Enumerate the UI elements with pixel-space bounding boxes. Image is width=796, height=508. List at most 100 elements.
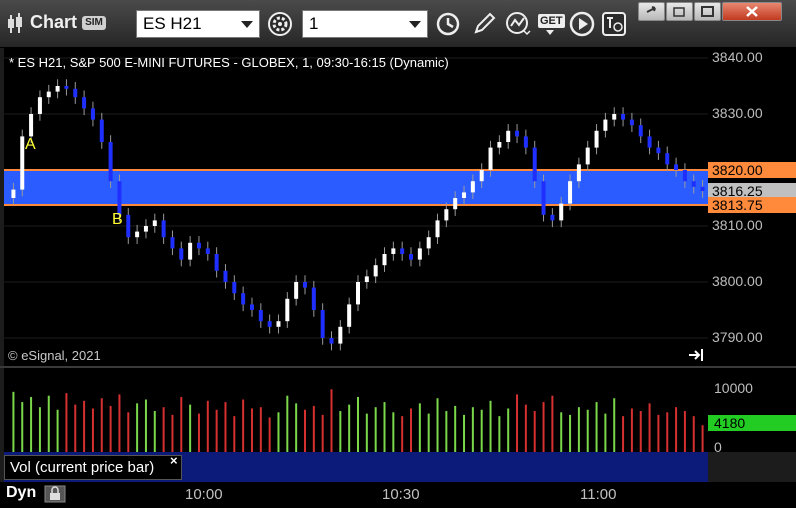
close-button[interactable]	[722, 2, 782, 21]
pencil-draw-icon[interactable]	[470, 10, 498, 38]
candle	[64, 86, 69, 89]
candle	[612, 114, 617, 120]
volume-bar	[542, 402, 545, 452]
minimize-button[interactable]	[666, 2, 693, 21]
study-close-icon[interactable]: ×	[170, 453, 178, 468]
volume-bar	[339, 411, 342, 452]
dynamic-mode-label[interactable]: Dyn	[6, 484, 36, 502]
candle	[629, 119, 634, 126]
volume-bar	[330, 389, 333, 452]
candle	[400, 248, 405, 254]
candle	[444, 209, 449, 221]
candle	[205, 248, 210, 254]
candle	[682, 170, 687, 182]
point-b-label: B	[112, 211, 123, 228]
price-axis-label: 3790.00	[712, 329, 763, 345]
title-bar: Chart SIM ES H21 1 GET	[0, 0, 796, 48]
volume-axis-label: 0	[714, 439, 722, 455]
volume-bar	[577, 407, 580, 452]
volume-bar	[65, 393, 68, 452]
volume-bar	[613, 398, 616, 452]
volume-bar	[604, 413, 607, 452]
volume-bar	[295, 403, 298, 452]
candle	[196, 242, 201, 249]
volume-bar	[312, 405, 315, 452]
point-a-label: A	[25, 136, 36, 153]
candle	[523, 136, 528, 148]
volume-bar	[38, 407, 41, 452]
get-data-button[interactable]: GET	[536, 10, 566, 38]
volume-bar	[357, 396, 359, 452]
time-tick-label: 11:00	[580, 486, 617, 503]
volume-axis[interactable]: 10000 0 4180	[708, 368, 796, 455]
volume-bar	[418, 403, 421, 452]
volume-bar	[144, 399, 147, 452]
volume-bar	[692, 416, 695, 452]
candle	[338, 326, 343, 344]
volume-bar	[657, 414, 660, 452]
candle	[364, 276, 369, 282]
interval-value: 1	[309, 14, 319, 33]
chevron-down-icon	[241, 21, 253, 28]
volume-bar	[445, 411, 448, 452]
copyright-label: © eSignal, 2021	[8, 348, 101, 363]
volume-bar	[171, 414, 174, 452]
fit-to-right-icon[interactable]	[688, 348, 704, 362]
volume-bar	[630, 408, 633, 452]
volume-bar	[560, 412, 563, 452]
volume-bar	[127, 412, 130, 452]
candle	[249, 304, 254, 310]
play-icon[interactable]	[568, 10, 596, 38]
maximize-button[interactable]	[694, 2, 721, 21]
candle	[73, 88, 78, 98]
candle	[135, 231, 140, 238]
lock-icon[interactable]	[44, 485, 66, 503]
candle	[453, 198, 458, 210]
volume-bar	[189, 404, 192, 452]
restore-button[interactable]	[638, 2, 665, 21]
time-template-icon[interactable]	[600, 10, 628, 38]
settings-gear-icon[interactable]	[266, 10, 294, 38]
volume-bar	[233, 416, 236, 452]
volume-plot[interactable]	[4, 368, 708, 452]
symbol-select[interactable]: ES H21	[136, 10, 260, 38]
candle	[276, 321, 281, 327]
volume-bar	[648, 403, 651, 452]
volume-study-label: Vol (current price bar)	[10, 459, 155, 476]
candle	[55, 86, 60, 92]
volume-axis-label: 10000	[714, 380, 753, 396]
candle	[126, 214, 131, 238]
minimize-icon	[673, 7, 685, 17]
candle	[329, 338, 334, 344]
volume-last-tag: 4180	[708, 415, 796, 431]
candle	[603, 119, 608, 131]
volume-bar	[109, 405, 112, 452]
volume-bar	[162, 407, 165, 452]
candle	[568, 181, 573, 204]
candle	[391, 248, 396, 254]
volume-bar	[215, 409, 218, 452]
volume-bar	[471, 407, 474, 452]
volume-bar	[21, 402, 24, 452]
volume-bar	[595, 402, 598, 452]
volume-bar	[374, 407, 377, 452]
time-tick-label: 10:30	[382, 486, 420, 503]
candle	[99, 119, 104, 142]
chevron-down-icon	[409, 21, 421, 28]
interval-select[interactable]: 1	[302, 10, 428, 38]
close-icon	[746, 6, 758, 17]
price-axis-label: 3830.00	[712, 105, 763, 121]
price-axis-label: 3800.00	[712, 273, 763, 289]
volume-bar	[242, 399, 245, 452]
volume-bar	[277, 412, 280, 452]
candle	[479, 170, 484, 182]
study-line-icon[interactable]	[504, 10, 532, 38]
price-chart-plot[interactable]	[4, 48, 708, 366]
app-title: Chart	[30, 12, 78, 32]
price-axis-label: 3810.00	[712, 217, 763, 233]
volume-bar	[224, 402, 227, 452]
volume-bar	[480, 409, 483, 452]
clock-icon[interactable]	[434, 10, 462, 38]
candle	[585, 147, 590, 165]
candle	[541, 181, 546, 215]
